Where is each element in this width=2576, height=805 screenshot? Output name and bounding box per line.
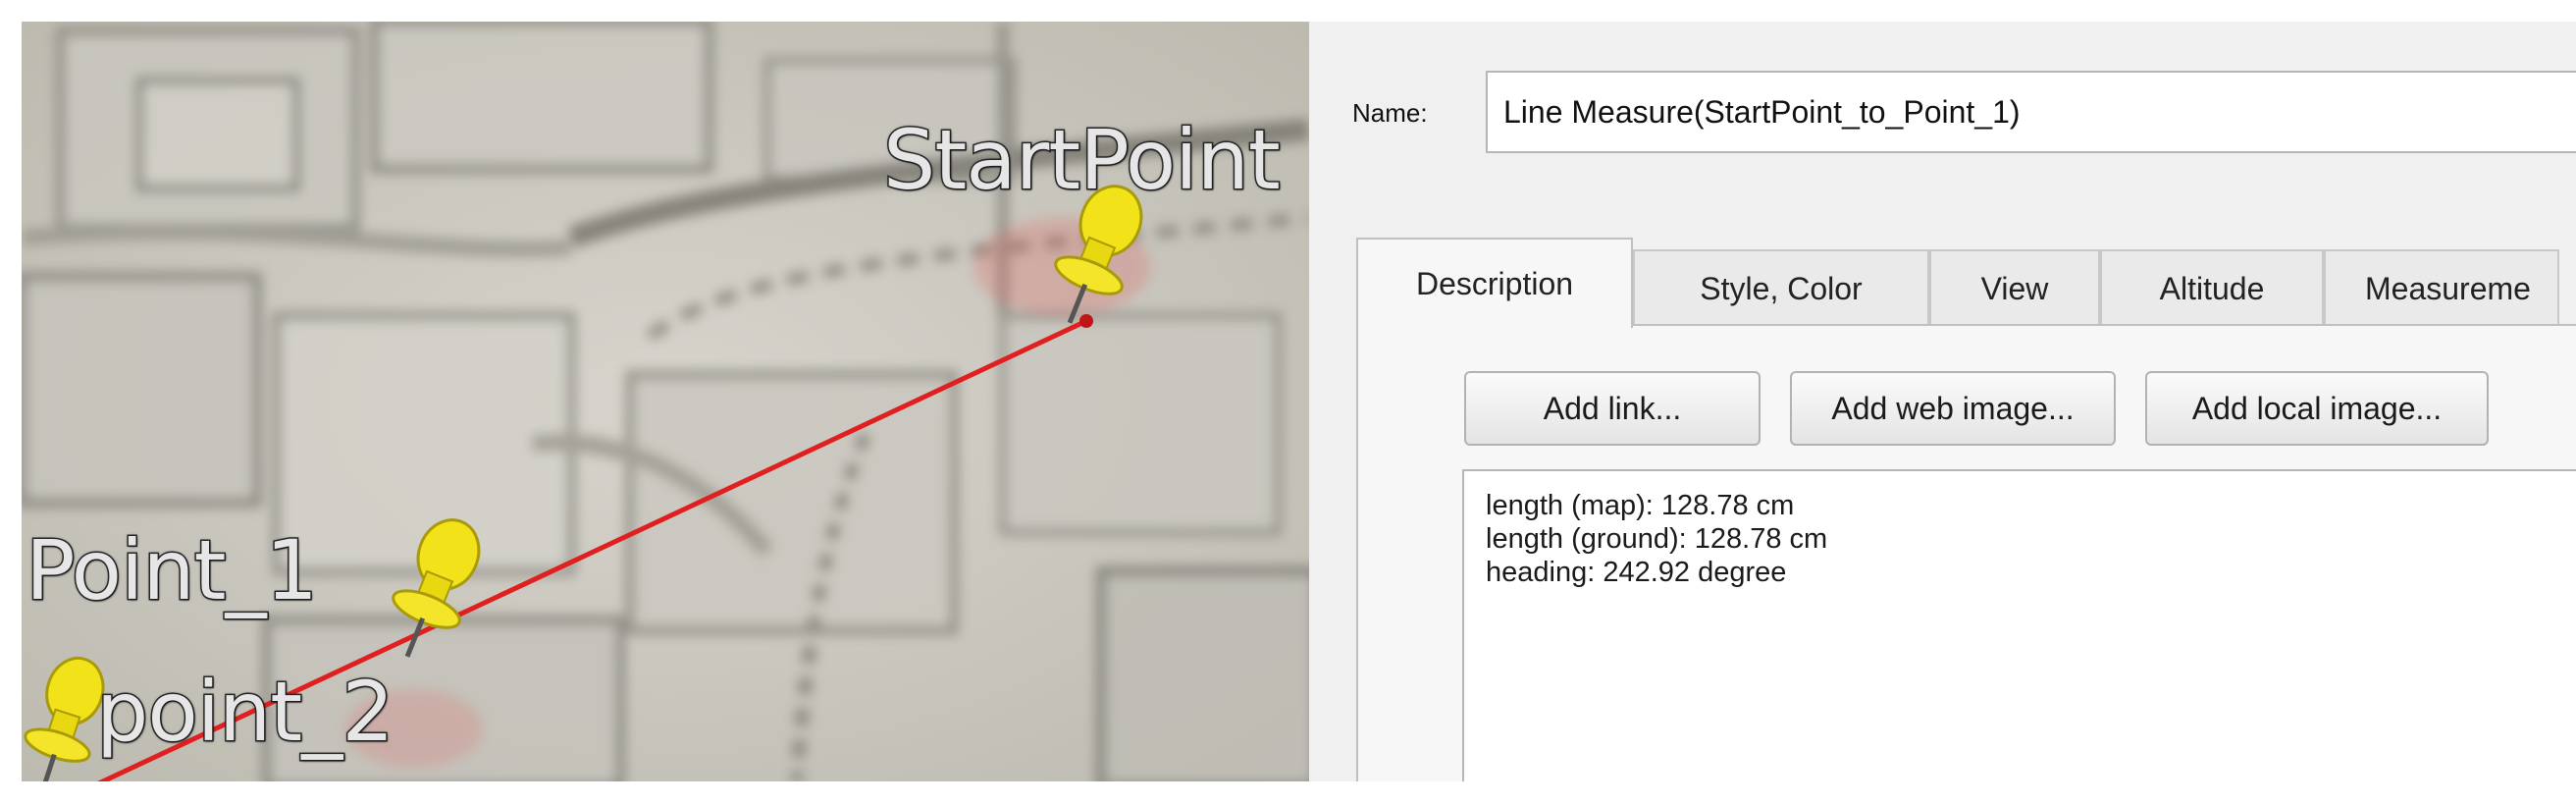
placemark-label-point-2[interactable]: point_2 <box>95 663 396 762</box>
tab-view[interactable]: View <box>1929 249 2100 326</box>
tab-style-color[interactable]: Style, Color <box>1633 249 1929 326</box>
name-field[interactable] <box>1486 71 2576 153</box>
placemark-label-point-1[interactable]: Point_1 <box>24 521 319 620</box>
tab-measurements[interactable]: Measureme <box>2324 249 2559 326</box>
tab-altitude[interactable]: Altitude <box>2100 249 2324 326</box>
description-line-length-map: length (map): 128.78 cm <box>1486 490 1795 521</box>
tab-description[interactable]: Description <box>1356 238 1633 328</box>
map-view[interactable]: StartPoint Point_1 point_2 <box>22 22 1309 781</box>
properties-tabs: Description Style, Color View Altitude M… <box>1356 238 2576 328</box>
placemark-label-startpoint[interactable]: StartPoint <box>882 111 1283 210</box>
add-link-button[interactable]: Add link... <box>1464 371 1761 446</box>
description-line-heading: heading: 242.92 degree <box>1486 557 1787 588</box>
description-line-length-ground: length (ground): 128.78 cm <box>1486 523 1828 555</box>
name-label: Name: <box>1352 98 1428 128</box>
add-web-image-button[interactable]: Add web image... <box>1790 371 2116 446</box>
measure-properties-dialog: Name: Description Style, Color View Alti… <box>1309 22 2576 781</box>
add-local-image-button[interactable]: Add local image... <box>2145 371 2489 446</box>
description-textarea[interactable]: length (map): 128.78 cm length (ground):… <box>1462 469 2576 781</box>
